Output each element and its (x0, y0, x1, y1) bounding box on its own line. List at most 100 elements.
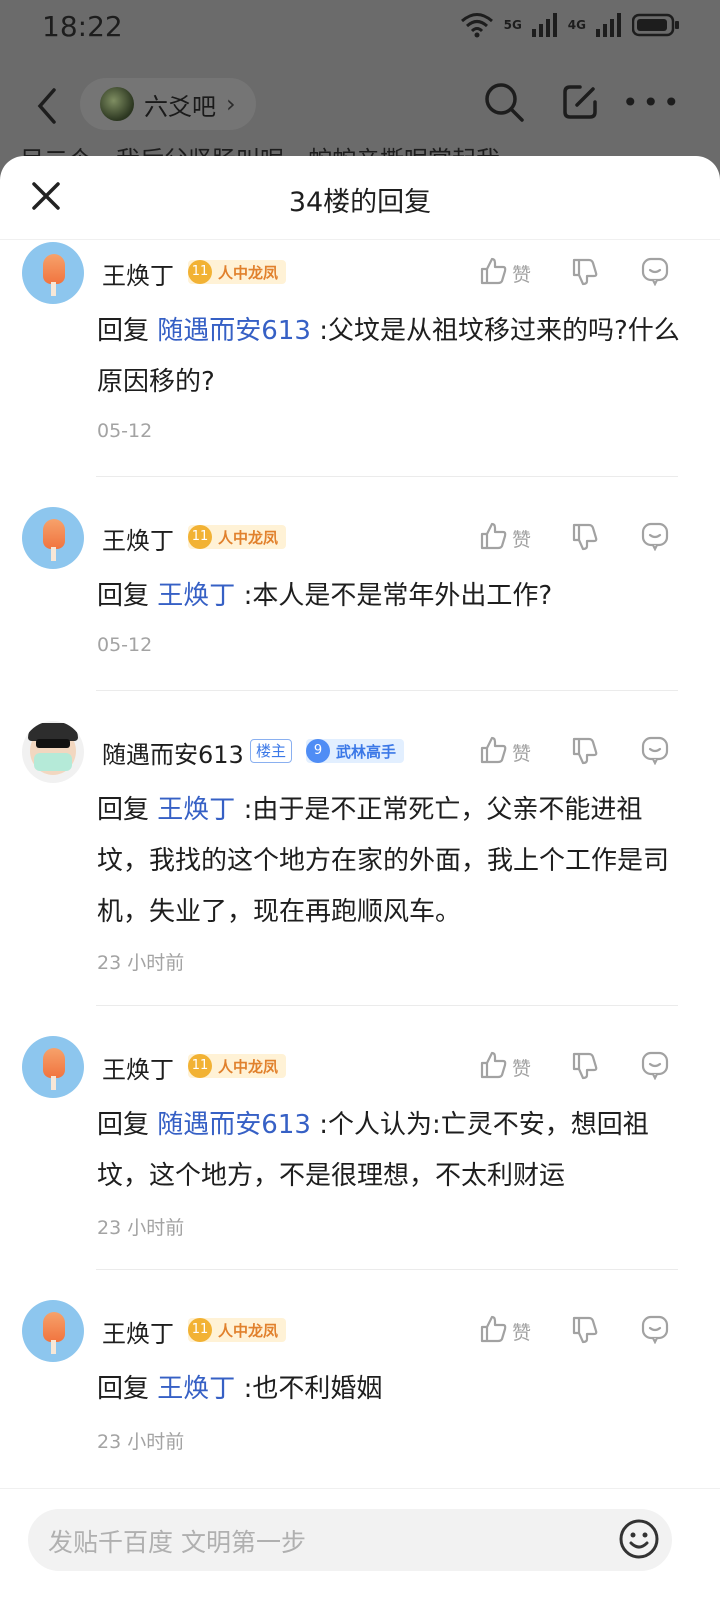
like-button[interactable]: 赞 (478, 521, 531, 556)
thumb-up-icon (478, 1050, 508, 1085)
comment-input[interactable]: 发贴千百度 文明第一步 (28, 1509, 672, 1571)
back-icon[interactable] (28, 84, 68, 128)
like-label: 赞 (512, 529, 532, 551)
comment-icon (640, 1314, 670, 1349)
reply-button[interactable] (640, 735, 670, 770)
top-nav: 六爻吧 › ••• (0, 70, 720, 150)
comment-time: 05-12 (97, 634, 153, 656)
level-badge: 11 人中龙凤 (188, 1054, 287, 1078)
clock: 18:22 (42, 10, 123, 43)
dislike-button[interactable] (570, 256, 600, 291)
chevron-right-icon: › (226, 90, 236, 118)
comment-icon (640, 735, 670, 770)
divider (96, 1269, 678, 1270)
comment-icon (640, 1050, 670, 1085)
thumb-up-icon (478, 256, 508, 291)
status-icons: 5G 4G (460, 12, 680, 38)
dislike-button[interactable] (570, 1050, 600, 1085)
divider (96, 476, 678, 477)
dislike-button[interactable] (570, 521, 600, 556)
like-button[interactable]: 赞 (478, 1050, 531, 1085)
comment-icon (640, 256, 670, 291)
reply-button[interactable] (640, 1050, 670, 1085)
comment-body: :本人是不是常年外出工作? (243, 581, 553, 611)
popsicle-graphic (43, 519, 65, 549)
comment-text: 回复 王焕丁 :也不利婚姻 (97, 1364, 687, 1415)
thumb-down-icon (570, 1050, 600, 1085)
status-bar: 18:22 5G 4G (0, 0, 720, 56)
thumb-down-icon (570, 735, 600, 770)
username[interactable]: 随遇而安613 (102, 735, 244, 770)
forum-pill[interactable]: 六爻吧 › (80, 78, 256, 130)
battery-icon (632, 13, 679, 37)
comment-time: 05-12 (97, 420, 153, 442)
input-bar: 发贴千百度 文明第一步 (0, 1488, 720, 1612)
dislike-button[interactable] (570, 735, 600, 770)
level-number: 11 (188, 525, 212, 549)
avatar[interactable] (22, 721, 84, 783)
owner-tag: 楼主 (250, 739, 293, 763)
search-icon[interactable] (482, 80, 526, 124)
username[interactable]: 王焕丁 (102, 1314, 174, 1349)
comment-time: 23 小时前 (97, 1217, 185, 1239)
popsicle-graphic (43, 1048, 65, 1078)
popsicle-graphic (43, 254, 65, 284)
forum-name: 六爻吧 (144, 92, 216, 121)
mention-link[interactable]: 王焕丁 (157, 581, 235, 611)
thumb-down-icon (570, 521, 600, 556)
signal-icon (531, 13, 557, 37)
avatar[interactable] (22, 242, 84, 304)
network-4g-label: 4G (567, 18, 586, 32)
level-title: 人中龙凤 (218, 528, 279, 547)
forum-avatar (100, 87, 134, 121)
mention-link[interactable]: 随遇而安613 (157, 1110, 311, 1140)
popsicle-graphic (43, 1312, 65, 1342)
reply-word: 回复 (97, 581, 150, 611)
username[interactable]: 王焕丁 (102, 256, 174, 291)
comment-icon (640, 521, 670, 556)
username[interactable]: 王焕丁 (102, 521, 174, 556)
signal-icon (596, 13, 621, 37)
thumb-down-icon (570, 256, 600, 291)
like-button[interactable]: 赞 (478, 735, 531, 770)
comment-text: 回复 随遇而安613 :个人认为:亡灵不安，想回祖坟，这个地方，不是很理想，不太… (97, 1100, 687, 1202)
avatar[interactable] (22, 1036, 84, 1098)
avatar[interactable] (22, 507, 84, 569)
avatar[interactable] (22, 1300, 84, 1362)
more-icon[interactable]: ••• (622, 86, 684, 119)
mention-link[interactable]: 王焕丁 (157, 1374, 235, 1404)
comment-text: 回复 王焕丁 :本人是不是常年外出工作? (97, 571, 687, 622)
edit-icon[interactable] (560, 82, 600, 122)
comment-text: 回复 随遇而安613 :父坟是从祖坟移过来的吗?什么原因移的? (97, 306, 687, 408)
reply-word: 回复 (97, 1374, 150, 1404)
mask (34, 753, 72, 771)
wifi-icon (460, 13, 493, 38)
comment-text: 回复 王焕丁 :由于是不正常死亡，父亲不能进祖坟，我找的这个地方在家的外面，我上… (97, 785, 687, 938)
emoji-icon[interactable] (618, 1518, 660, 1560)
divider (96, 690, 678, 691)
reply-word: 回复 (97, 1110, 150, 1140)
comment-time: 23 小时前 (97, 1431, 185, 1453)
level-title: 人中龙凤 (218, 263, 279, 282)
like-button[interactable]: 赞 (478, 1314, 531, 1349)
reply-word: 回复 (97, 795, 150, 825)
comment-time: 23 小时前 (97, 952, 185, 974)
thumb-down-icon (570, 1314, 600, 1349)
input-placeholder: 发贴千百度 文明第一步 (48, 1528, 306, 1557)
level-number: 11 (188, 260, 212, 284)
thumb-up-icon (478, 1314, 508, 1349)
network-5g-label: 5G (503, 18, 522, 32)
dislike-button[interactable] (570, 1314, 600, 1349)
reply-button[interactable] (640, 1314, 670, 1349)
sheet-title: 34楼的回复 (288, 187, 432, 218)
like-label: 赞 (512, 743, 532, 765)
popsicle-stick (51, 282, 56, 296)
like-button[interactable]: 赞 (478, 256, 531, 291)
level-number: 9 (306, 739, 330, 763)
username[interactable]: 王焕丁 (102, 1050, 174, 1085)
mention-link[interactable]: 王焕丁 (157, 795, 235, 825)
mention-link[interactable]: 随遇而安613 (157, 316, 311, 346)
reply-button[interactable] (640, 256, 670, 291)
reply-button[interactable] (640, 521, 670, 556)
popsicle-stick (51, 1076, 56, 1090)
